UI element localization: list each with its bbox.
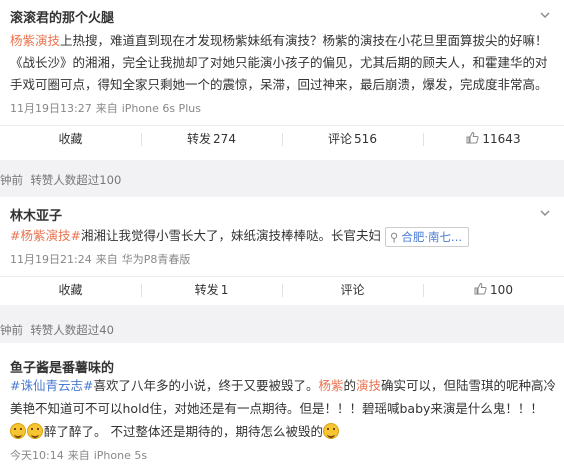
like-button[interactable]: 11643 — [423, 126, 564, 152]
repost-button[interactable]: 转发 1 — [141, 277, 282, 303]
post-text-line: #杨紫演技#湘湘让我觉得小雪长大了，妹纸演技棒棒哒。长官夫妇 ⚲ 合肥·南七... — [10, 225, 554, 247]
laugh-emoji-icon — [27, 423, 43, 439]
gap-time: 钟前 — [0, 323, 23, 337]
gap-label: 转赞人数超过40 — [30, 323, 114, 337]
post-from: 来自 — [95, 253, 118, 266]
laugh-emoji-icon — [323, 423, 340, 439]
post-device[interactable]: iPhone 6s Plus — [122, 102, 201, 115]
collect-label: 收藏 — [58, 132, 83, 146]
collect-button[interactable]: 收藏 — [0, 126, 141, 152]
weibo-post-1: 滚滚君的那个火腿 杨紫演技上热搜，难道直到现在才发现杨紫妹纸有演技？杨紫的演技在… — [0, 0, 564, 160]
laugh-emoji-icon — [10, 423, 26, 439]
post-time[interactable]: 11月19日13:27 — [10, 102, 92, 115]
chevron-down-icon[interactable] — [540, 208, 550, 218]
post-text: 醉了醉了。 — [44, 424, 107, 439]
post-text: 确实可以，但陆雪琪的呢种高冷 — [381, 378, 557, 393]
post-text: 不过整体还是期待的，期待怎么被毁的 — [110, 424, 324, 439]
weibo-post-2: 林木亚子 #杨紫演技#湘湘让我觉得小雪长大了，妹纸演技棒棒哒。长官夫妇 ⚲ 合肥·南… — [0, 197, 564, 305]
like-button[interactable]: 100 — [423, 277, 564, 303]
repost-count: 1 — [220, 283, 229, 297]
comment-label: 评论 — [340, 283, 365, 297]
post-author[interactable]: 滚滚君的那个火腿 — [10, 7, 114, 26]
post-actions: 收藏 转发 1 评论 100 — [0, 276, 564, 303]
weibo-post-3: 鱼子酱是番薯味的 #诛仙青云志#喜欢了八年多的小说，终于又要被毁了。杨紫的演技确… — [0, 343, 564, 470]
location-tag[interactable]: ⚲ 合肥·南七... — [384, 226, 470, 247]
comment-button[interactable]: 评论 — [282, 277, 423, 303]
post-author[interactable]: 林木亚子 — [10, 205, 62, 224]
post-text: 上热搜，难道直到现在才发现杨紫妹纸有演技？杨紫的演技在小花旦里面算拔尖的好嘛！ — [60, 33, 548, 48]
post-text: 湘湘让我觉得小雪长大了，妹纸演技棒棒哒。长官夫妇 — [80, 228, 381, 243]
post-text-line: 杨紫演技上热搜，难道直到现在才发现杨紫妹纸有演技？杨紫的演技在小花旦里面算拔尖的… — [10, 30, 554, 52]
location-pin-icon: ⚲ — [389, 229, 399, 244]
post-text-line: #诛仙青云志#喜欢了八年多的小说，终于又要被毁了。杨紫的演技确实可以，但陆雪琪的… — [10, 375, 557, 397]
post-text-line: 美艳不知道可不可以hold住，对她还是有一点期待。但是！！！碧瑶喊baby来演是… — [10, 401, 543, 416]
feed-divider-note: 钟前 转赞人数超过100 — [0, 172, 564, 188]
collect-label: 收藏 — [58, 283, 83, 297]
repost-label: 转发 — [187, 132, 212, 146]
chevron-down-icon[interactable] — [540, 10, 550, 20]
repost-button[interactable]: 转发 274 — [141, 126, 282, 152]
post-text: 的 — [343, 378, 356, 393]
post-text-line: 醉了醉了。 不过整体还是期待的，期待怎么被毁的 — [10, 421, 554, 443]
post-actions: 收藏 转发 274 评论 516 11643 — [0, 125, 564, 152]
post-author[interactable]: 鱼子酱是番薯味的 — [10, 357, 114, 376]
post-text-line: 手戏可圈可点，得知全家只剩她一个的震惊，呆滞，回过神来，最后崩溃，爆发，完成度非… — [10, 77, 548, 92]
post-device[interactable]: 华为P8青春版 — [122, 253, 191, 266]
thumb-up-icon — [466, 131, 479, 144]
feed-divider-note: 钟前 转赞人数超过40 — [0, 322, 564, 338]
like-count: 11643 — [482, 132, 521, 146]
thumb-up-icon — [474, 282, 487, 295]
topic-link[interactable]: #诛仙青云志# — [10, 378, 93, 393]
collect-button[interactable]: 收藏 — [0, 277, 141, 303]
repost-label: 转发 — [194, 283, 219, 297]
highlight-text: 演技 — [356, 378, 382, 393]
like-count: 100 — [490, 283, 513, 297]
post-meta: 11月19日21:24 来自 华为P8青春版 — [10, 251, 194, 267]
gap-time: 钟前 — [0, 173, 23, 187]
gap-label: 转赞人数超过100 — [30, 173, 122, 187]
post-text-line: 《战长沙》的湘湘，完全让我抛却了对她只能演小孩子的偏见，尤其后期的顾夫人，和霍建… — [10, 55, 548, 70]
post-from: 来自 — [67, 449, 90, 462]
location-label: 合肥·南七... — [401, 229, 463, 244]
post-from: 来自 — [95, 102, 118, 115]
post-text: 喜欢了八年多的小说，终于又要被毁了。 — [93, 378, 319, 393]
comment-label: 评论 — [328, 132, 353, 146]
topic-link[interactable]: 杨紫演技 — [10, 33, 60, 48]
post-device[interactable]: iPhone 5s — [94, 449, 147, 462]
comment-count: 516 — [354, 132, 377, 146]
repost-count: 274 — [213, 132, 236, 146]
highlight-text: 杨紫 — [318, 378, 344, 393]
post-meta: 今天10:14 来自 iPhone 5s — [10, 447, 151, 463]
post-meta: 11月19日13:27 来自 iPhone 6s Plus — [10, 100, 205, 116]
topic-link[interactable]: #杨紫演技# — [10, 228, 81, 243]
comment-button[interactable]: 评论 516 — [282, 126, 423, 152]
post-time[interactable]: 今天10:14 — [10, 449, 64, 462]
post-time[interactable]: 11月19日21:24 — [10, 253, 92, 266]
